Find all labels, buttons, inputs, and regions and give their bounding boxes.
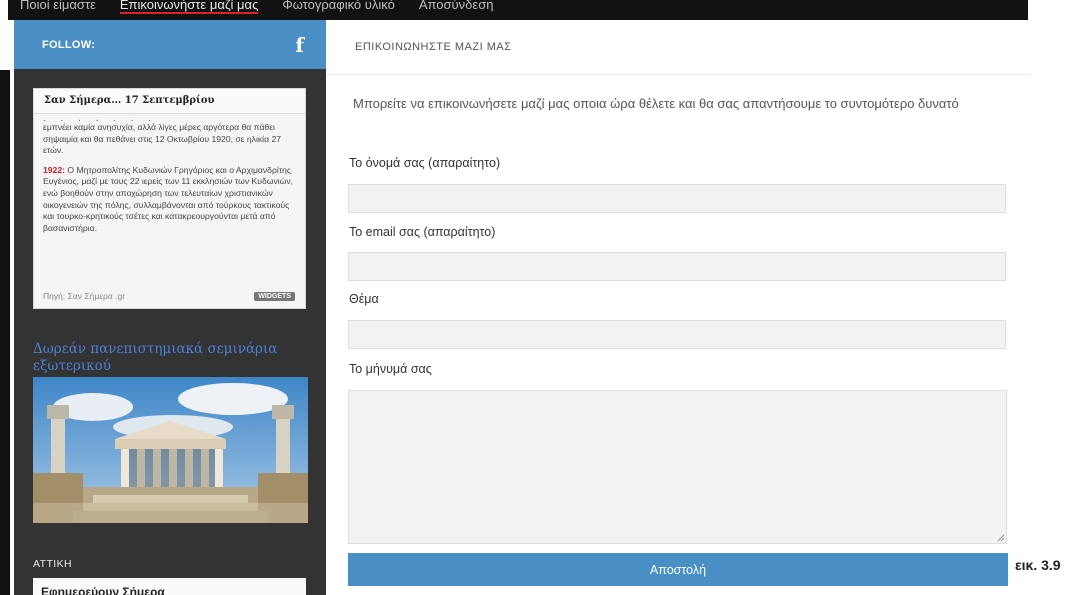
on-this-day-widget: Σαν Σήμερα… 17 Σεπτεμβρίου . . . . . . .… (33, 88, 306, 309)
message-label: Το μήνυμά σας (349, 362, 432, 376)
attiki-section-label: ΑΤΤΙΚΗ (33, 558, 72, 570)
figure-caption: εικ. 3.9 (1015, 557, 1061, 573)
widget-title: Σαν Σήμερα… 17 Σεπτεμβρίου (34, 89, 305, 114)
academy-athens-illustration (33, 377, 308, 523)
page-title: ΕΠΙΚΟΙΝΩΝΗΣΤΕ ΜΑΖΙ ΜΑΣ (355, 41, 512, 53)
name-field[interactable] (348, 184, 1006, 213)
widget-paragraph: 1922: Ο Μητροπολίτης Κυδωνιών Γρηγόριος … (43, 165, 295, 235)
follow-bar: FOLLOW: f (14, 20, 326, 69)
email-label: Το email σας (απαραίτητο) (349, 225, 496, 239)
name-label: Το όνομά σας (απαραίτητο) (349, 156, 501, 170)
email-field[interactable] (348, 252, 1006, 281)
widget-year: 1922: (43, 164, 65, 175)
intro-text: Μπορείτε να επικοινωνήσετε μαζί μας οποι… (353, 96, 959, 111)
submit-button[interactable]: Αποστολή (348, 553, 1008, 586)
academy-athens-image[interactable] (33, 377, 308, 523)
sidebar: FOLLOW: f Σαν Σήμερα… 17 Σεπτεμβρίου . .… (14, 20, 326, 595)
widget-footer: Πηγή: Σαν Σήμερα .gr WIDGETS (43, 291, 295, 301)
nav-link-about[interactable]: Ποιοί είμαστε (20, 0, 96, 11)
page-header: ΕΠΙΚΟΙΝΩΝΗΣΤΕ ΜΑΖΙ ΜΑΣ (326, 31, 1031, 75)
facebook-icon[interactable]: f (295, 33, 304, 57)
widget-body: . . . . . . . εμπνέει καμία ανησυχία, αλ… (34, 114, 305, 271)
on-duty-title: Εφημερεύουν Σήμερα (41, 585, 165, 595)
on-duty-box: Εφημερεύουν Σήμερα (33, 578, 306, 595)
message-textarea[interactable] (348, 390, 1007, 544)
follow-label: FOLLOW: (42, 38, 96, 51)
nav-link-photos[interactable]: Φωτογραφικό υλικό (282, 0, 395, 11)
seminar-link[interactable]: Δωρεάν πανεπιστημιακά σεμινάρια εξωτερικ… (33, 341, 303, 375)
widget-source-link[interactable]: Πηγή: Σαν Σήμερα .gr (43, 291, 125, 301)
nav-link-contact[interactable]: Επικοινωνήστε μαζί μας (119, 0, 259, 14)
top-navigation-bar: Ποιοί είμαστε Επικοινωνήστε μαζί μας Φωτ… (8, 0, 1028, 20)
widget-paragraph: εμπνέει καμία ανησυχία, αλλά λίγες μέρες… (43, 122, 282, 156)
subject-label: Θέμα (349, 292, 379, 306)
left-edge-bar (0, 70, 10, 595)
nav-link-logout[interactable]: Αποσύνδεση (419, 0, 494, 11)
widget-event-text: Ο Μητροπολίτης Κυδωνιών Γρηγόριος και ο … (43, 164, 294, 233)
resize-grip-icon[interactable] (997, 534, 1005, 542)
subject-field[interactable] (348, 320, 1006, 349)
widgets-badge[interactable]: WIDGETS (254, 291, 295, 301)
